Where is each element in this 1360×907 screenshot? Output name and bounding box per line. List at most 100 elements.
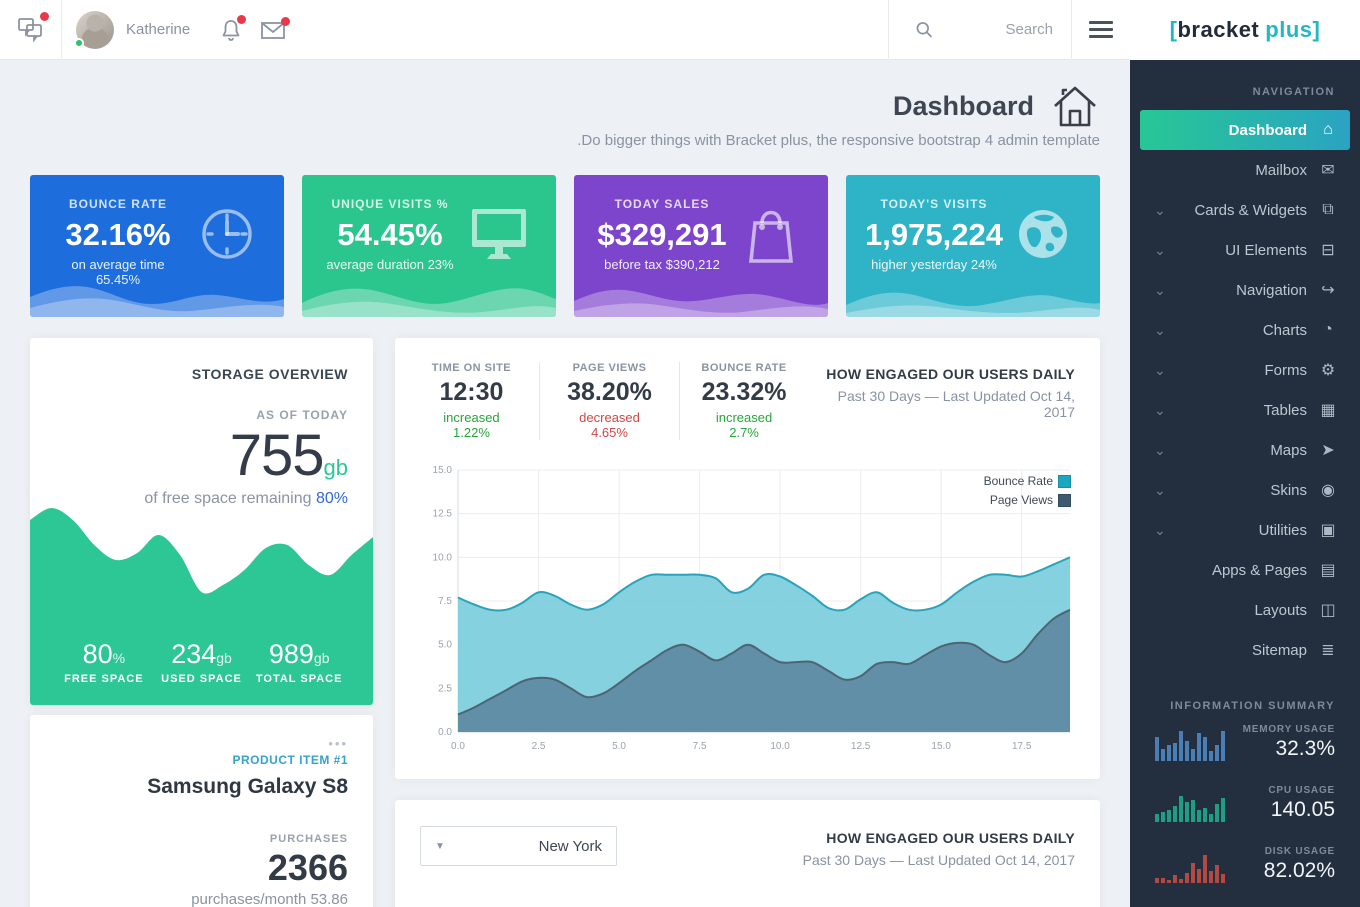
- card-menu-dots[interactable]: •••: [328, 741, 348, 748]
- sidebar-item-layouts[interactable]: Layouts◫: [1140, 590, 1350, 630]
- info-label: MEMORY USAGE: [1243, 724, 1335, 735]
- sidebar-item-dashboard[interactable]: Dashboard ⌂: [1140, 110, 1350, 150]
- city-select[interactable]: ▼ New York: [420, 826, 617, 866]
- chart-title: HOW ENGAGED OUR USERS DAILY: [808, 366, 1075, 382]
- svg-text:12.5: 12.5: [433, 509, 453, 520]
- page-header: Dashboard .Do bigger things with Bracket…: [577, 84, 1100, 149]
- card-wave-decoration: [574, 271, 828, 317]
- sidebar-item-skins[interactable]: ⌄Skins◉: [1140, 470, 1350, 510]
- mail-button[interactable]: [260, 20, 286, 40]
- logo-word2: plus: [1265, 17, 1312, 43]
- user-name[interactable]: Katherine: [126, 21, 190, 38]
- info-summary-memory-usage: MEMORY USAGE32.3%: [1155, 724, 1335, 761]
- stat-value: 1,975,224: [864, 217, 1004, 253]
- user-avatar[interactable]: [76, 11, 114, 49]
- sidebar-item-label: Sitemap: [1252, 642, 1307, 659]
- brand-logo[interactable]: [bracketplus]: [1130, 0, 1360, 60]
- sidebar-item-label: Utilities: [1259, 522, 1307, 539]
- sidebar-item-charts[interactable]: ⌄ Charts ◔: [1140, 310, 1350, 350]
- chevron-down-icon: ⌄: [1154, 483, 1166, 497]
- home-icon: ⌂: [1318, 121, 1338, 139]
- notifications-button[interactable]: [220, 18, 242, 42]
- stat-card-todays-visits: TODAY'S VISITS 1,975,224 higher yesterda…: [846, 175, 1100, 317]
- chart-title: HOW ENGAGED OUR USERS DAILY: [803, 830, 1075, 846]
- info-label: CPU USAGE: [1268, 785, 1335, 796]
- city-select-value: New York: [539, 838, 602, 855]
- sidebar-item-maps[interactable]: ⌄Maps➤: [1140, 430, 1350, 470]
- card-wave-decoration: [846, 271, 1100, 317]
- purchases-rate: purchases/month 53.86: [55, 891, 348, 907]
- legend-swatch: [1058, 475, 1071, 488]
- charts-icon: ◔: [1318, 321, 1338, 339]
- sidebar-item-forms[interactable]: ⌄Forms⚙: [1140, 350, 1350, 390]
- engagement-chart-card: TIME ON SITE 12:30 increased 1.22% PAGE …: [395, 338, 1100, 779]
- legend-label: Bounce Rate: [984, 474, 1053, 488]
- logo-bracket-open: [: [1170, 17, 1178, 43]
- sidebar-item-label: Forms: [1265, 362, 1308, 379]
- info-label: DISK USAGE: [1264, 846, 1335, 857]
- svg-text:2.5: 2.5: [438, 683, 452, 694]
- stat-label: TODAY SALES: [592, 197, 732, 211]
- sparkline-bar-chart: [1155, 729, 1225, 761]
- apps-pages-icon: ▤: [1318, 560, 1338, 580]
- svg-text:7.5: 7.5: [438, 596, 452, 607]
- skins-icon: ◉: [1318, 480, 1338, 500]
- messages-button[interactable]: [0, 0, 62, 60]
- product-name: Samsung Galaxy S8: [55, 775, 348, 799]
- chevron-down-icon: ⌄: [1154, 323, 1166, 337]
- chevron-down-icon: ⌄: [1154, 403, 1166, 417]
- sidebar-item-label: Charts: [1263, 322, 1307, 339]
- stat-card-bounce-rate: BOUNCE RATE 32.16% on average time 65.45…: [30, 175, 284, 317]
- stat-cards-row: BOUNCE RATE 32.16% on average time 65.45…: [30, 175, 1100, 317]
- header-left: Katherine: [0, 0, 1130, 60]
- search-icon[interactable]: [915, 19, 934, 41]
- sparkline-bar-chart: [1155, 790, 1225, 822]
- stat-value: $329,291: [592, 217, 732, 253]
- shopping-bag-icon: [743, 205, 799, 265]
- svg-text:15.0: 15.0: [433, 465, 453, 476]
- chart-header: HOW ENGAGED OUR USERS DAILY Past 30 Days…: [803, 826, 1075, 868]
- sidebar-item-cards-widgets[interactable]: ⌄Cards & Widgets⧉: [1140, 190, 1350, 230]
- sidebar-item-label: Dashboard: [1229, 122, 1307, 139]
- info-value: 82.02%: [1264, 859, 1335, 883]
- content-area: STORAGE OVERVIEW AS OF TODAY 755gb of fr…: [30, 338, 1100, 907]
- legend-label: Page Views: [990, 493, 1053, 507]
- sidebar: NAVIGATION Dashboard⌂Mailbox✉⌄Cards & Wi…: [1130, 60, 1360, 907]
- sidebar-item-utilities[interactable]: ⌄Utilities▣: [1140, 510, 1350, 550]
- purchases-label: PURCHASES: [55, 833, 348, 845]
- monitor-icon: [469, 205, 529, 261]
- card-wave-decoration: [30, 271, 284, 317]
- storage-overview-card: STORAGE OVERVIEW AS OF TODAY 755gb of fr…: [30, 338, 373, 705]
- svg-text:10.0: 10.0: [433, 552, 453, 563]
- menu-toggle-button[interactable]: [1071, 0, 1130, 60]
- sidebar-item-ui-elements[interactable]: ⌄UI Elements⊟: [1140, 230, 1350, 270]
- legend-swatch: [1058, 494, 1071, 507]
- forms-icon: ⚙: [1318, 360, 1338, 380]
- top-header: Katherine [bracketplus]: [0, 0, 1360, 60]
- engagement-chart: 0.02.55.07.510.012.515.00.02.55.07.510.0…: [420, 462, 1075, 758]
- utilities-icon: ▣: [1318, 520, 1338, 540]
- sidebar-item-tables[interactable]: ⌄Tables▦: [1140, 390, 1350, 430]
- sidebar-item-sitemap[interactable]: Sitemap≣: [1140, 630, 1350, 670]
- chart-legend: Bounce Rate Page Views: [984, 474, 1071, 512]
- sidebar-item-apps-pages[interactable]: Apps & Pages ▤: [1140, 550, 1350, 590]
- stat-value: 32.16%: [48, 217, 188, 253]
- notification-dot: [281, 17, 290, 26]
- main-content: Dashboard .Do bigger things with Bracket…: [0, 60, 1130, 907]
- stat-label: BOUNCE RATE: [48, 197, 188, 211]
- sidebar-item-navigation[interactable]: ⌄Navigation↪: [1140, 270, 1350, 310]
- sidebar-item-mailbox[interactable]: Mailbox✉: [1140, 150, 1350, 190]
- purchases-value: 2366: [55, 847, 348, 889]
- globe-icon: [1014, 205, 1072, 263]
- legend-item-bounce-rate: Bounce Rate: [984, 474, 1071, 488]
- search-input[interactable]: [934, 21, 1053, 38]
- card-wave-decoration: [302, 271, 556, 317]
- metric-time-on-site: TIME ON SITE 12:30 increased 1.22%: [420, 362, 540, 440]
- area-chart-canvas: 0.02.55.07.510.012.515.00.02.55.07.510.0…: [420, 462, 1075, 758]
- svg-text:17.5: 17.5: [1012, 741, 1032, 752]
- stat-sub: average duration 23%: [320, 257, 460, 272]
- home-icon: [1050, 84, 1100, 128]
- storage-free-value: 755: [230, 423, 324, 488]
- cards-widgets-icon: ⧉: [1318, 201, 1338, 219]
- sidebar-item-label: Apps & Pages: [1212, 562, 1307, 579]
